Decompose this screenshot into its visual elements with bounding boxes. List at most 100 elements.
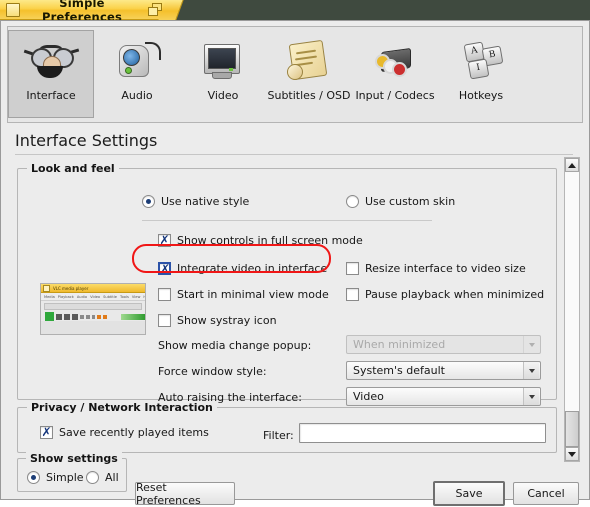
toolbar-label-interface: Interface	[26, 89, 76, 102]
checkbox-show-systray-icon[interactable]: Show systray icon	[158, 314, 277, 327]
checkbox-indicator	[346, 262, 359, 275]
reset-preferences-button[interactable]: Reset Preferences	[135, 481, 235, 507]
radio-use-custom-skin[interactable]: Use custom skin	[346, 195, 455, 208]
toolbar-item-input-codecs[interactable]: Input / Codecs	[352, 30, 438, 118]
label-filter: Filter:	[263, 429, 294, 442]
radio-label: All	[105, 471, 119, 484]
window-title-tab[interactable]: Simple Preferences	[0, 0, 172, 20]
group-separator	[142, 220, 432, 221]
toolbar-label-audio: Audio	[121, 89, 153, 102]
checkbox-label: Start in minimal view mode	[177, 288, 329, 301]
toolbar-item-subtitles-osd[interactable]: Subtitles / OSD	[266, 30, 352, 118]
checkbox-indicator	[158, 288, 171, 301]
checkbox-label: Integrate video in interface	[177, 262, 328, 275]
preview-seek-slider	[44, 303, 142, 310]
checkbox-label: Pause playback when minimized	[365, 288, 545, 301]
preview-menubar: Media Playback Audio Video Subtitle Tool…	[41, 293, 145, 301]
checkbox-indicator	[40, 425, 53, 440]
scrollbar-track[interactable]	[565, 172, 579, 447]
group-privacy-network: Privacy / Network Interaction Save recen…	[17, 401, 557, 453]
preview-play-icon	[45, 312, 54, 321]
checkbox-pause-playback-when-minimized[interactable]: Pause playback when minimized	[346, 288, 544, 301]
rca-plugs-icon	[367, 36, 423, 84]
radio-label: Use native style	[161, 195, 250, 208]
radio-indicator	[346, 195, 359, 208]
preview-controls	[41, 310, 145, 321]
preview-volume-slider	[121, 313, 145, 320]
window-icon	[6, 2, 20, 17]
scroll-up-arrow-icon[interactable]	[565, 158, 579, 172]
preview-titlebar: VLC media player	[41, 284, 145, 293]
toolbar-label-subtitles-osd: Subtitles / OSD	[267, 89, 351, 102]
page-title-rule	[15, 154, 573, 155]
toolbar-label-hotkeys: Hotkeys	[458, 89, 504, 102]
cancel-button[interactable]: Cancel	[513, 482, 579, 505]
speaker-icon	[109, 36, 165, 84]
radio-settings-all[interactable]: All	[86, 471, 119, 484]
settings-scroll-area: Look and feel Use native style Use custo…	[7, 157, 583, 462]
scroll-down-arrow-icon[interactable]	[565, 447, 579, 461]
toolbar-label-input-codecs: Input / Codecs	[355, 89, 435, 102]
glasses-icon	[23, 36, 80, 84]
checkbox-start-in-minimal-view[interactable]: Start in minimal view mode	[158, 288, 329, 301]
radio-settings-simple[interactable]: Simple	[27, 471, 84, 484]
settings-content: Look and feel Use native style Use custo…	[7, 157, 565, 462]
section-toolbar: Interface Audio Video Subtitles / OSD In	[7, 26, 583, 123]
checkbox-label: Resize interface to video size	[365, 262, 526, 275]
scroll-icon	[281, 36, 337, 84]
radio-indicator	[142, 195, 155, 208]
checkbox-resize-interface-to-video-size[interactable]: Resize interface to video size	[346, 262, 526, 275]
radio-indicator	[27, 471, 40, 484]
radio-label: Simple	[46, 471, 84, 484]
vlc-window-preview: VLC media player Media Playback Audio Vi…	[40, 283, 146, 335]
preview-title: VLC media player	[53, 285, 89, 291]
label-force-window-style: Force window style:	[158, 365, 267, 378]
preview-loop-icon	[97, 314, 102, 319]
preview-extended-icon	[85, 314, 90, 319]
combo-show-media-change-popup[interactable]: When minimized	[346, 335, 541, 354]
save-button[interactable]: Save	[433, 481, 505, 506]
checkbox-indicator	[158, 233, 171, 248]
checkbox-integrate-video-in-interface[interactable]: Integrate video in interface	[158, 262, 328, 277]
combo-value: System's default	[353, 364, 445, 377]
toolbar-item-audio[interactable]: Audio	[94, 30, 180, 118]
vertical-scrollbar[interactable]	[564, 157, 580, 462]
preview-playlist-icon	[91, 314, 96, 319]
preview-window-icon	[43, 284, 50, 292]
combo-force-window-style[interactable]: System's default	[346, 361, 541, 380]
preferences-window: Interface Audio Video Subtitles / OSD In	[0, 20, 590, 507]
radio-label: Use custom skin	[365, 195, 456, 208]
combo-auto-raising-interface[interactable]: Video	[346, 387, 541, 406]
window-title: Simple Preferences	[41, 0, 123, 20]
toolbar-item-hotkeys[interactable]: ABI Hotkeys	[438, 30, 524, 118]
checkbox-indicator	[158, 262, 171, 277]
title-bar: Simple Preferences	[0, 0, 590, 20]
filter-input[interactable]	[299, 423, 546, 443]
toolbar-item-video[interactable]: Video	[180, 30, 266, 118]
checkbox-save-recently-played-items[interactable]: Save recently played items	[40, 425, 209, 440]
group-title-privacy-network: Privacy / Network Interaction	[27, 401, 217, 414]
checkbox-label: Show controls in full screen mode	[177, 234, 363, 247]
radio-indicator	[86, 471, 99, 484]
scrollbar-thumb[interactable]	[565, 411, 579, 447]
group-title-look-and-feel: Look and feel	[27, 162, 119, 175]
chevron-down-icon	[523, 388, 539, 405]
preview-prev-icon	[55, 313, 62, 320]
preview-random-icon	[103, 314, 108, 319]
checkbox-label: Show systray icon	[177, 314, 277, 327]
group-show-settings: Show settings Simple All	[17, 452, 127, 492]
restore-window-icon[interactable]	[148, 2, 164, 17]
preview-fullscreen-icon	[79, 314, 84, 319]
label-show-media-change-popup: Show media change popup:	[158, 339, 312, 352]
combo-value: When minimized	[353, 338, 446, 351]
toolbar-label-video: Video	[207, 89, 239, 102]
radio-use-native-style[interactable]: Use native style	[142, 195, 249, 208]
group-title-show-settings: Show settings	[26, 452, 122, 465]
checkbox-label: Save recently played items	[59, 426, 209, 439]
preview-video-area	[41, 321, 145, 334]
checkbox-indicator	[158, 314, 171, 327]
checkbox-show-controls-fullscreen[interactable]: Show controls in full screen mode	[158, 233, 363, 248]
toolbar-item-interface[interactable]: Interface	[8, 30, 94, 118]
keyboard-keys-icon: ABI	[453, 36, 509, 84]
checkbox-indicator	[346, 288, 359, 301]
